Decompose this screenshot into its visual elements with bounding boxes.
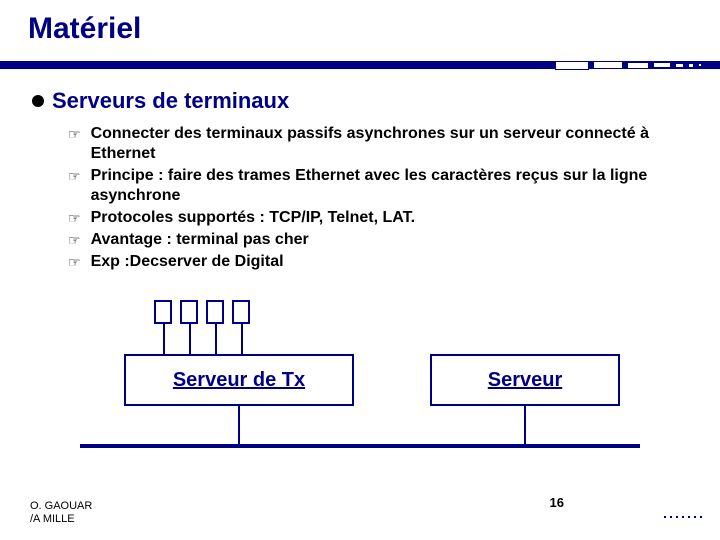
divider-decoration: [555, 58, 702, 72]
terminal-icon: [206, 300, 224, 324]
terminal-icon: [154, 300, 172, 324]
content-area: Serveurs de terminaux ☞ Connecter des te…: [0, 72, 720, 470]
bullet-text: Exp :Decserver de Digital: [91, 252, 284, 272]
footer-decoration: [664, 516, 702, 518]
pointing-hand-icon: ☞: [68, 230, 81, 250]
connector-line: [238, 406, 240, 444]
bullet-disc-icon: [32, 95, 44, 107]
server-label: Serveur: [488, 369, 563, 392]
heading-row: Serveurs de terminaux: [32, 88, 688, 114]
footer-authors: O. GAOUAR /A MILLE: [30, 500, 92, 526]
pointing-hand-icon: ☞: [68, 208, 81, 228]
tx-server-box: Serveur de Tx: [124, 354, 354, 406]
page-number: 16: [550, 495, 564, 510]
connector-line: [163, 324, 165, 354]
title-divider: [0, 58, 720, 72]
pointing-hand-icon: ☞: [68, 124, 81, 144]
pointing-hand-icon: ☞: [68, 166, 81, 186]
bullet-text: Principe : faire des trames Ethernet ave…: [91, 166, 688, 206]
connector-line: [524, 406, 526, 444]
heading-text: Serveurs de terminaux: [52, 88, 289, 114]
ethernet-bus-line: [80, 444, 640, 448]
bullet-list: ☞ Connecter des terminaux passifs asynch…: [32, 120, 688, 272]
tx-server-label: Serveur de Tx: [173, 369, 305, 392]
footer-author-1: O. GAOUAR: [30, 500, 92, 513]
terminal-icon: [232, 300, 250, 324]
pointing-hand-icon: ☞: [68, 252, 81, 272]
network-diagram: Serveur de Tx Serveur: [80, 300, 640, 470]
connector-line: [189, 324, 191, 354]
slide-title: Matériel: [0, 0, 720, 54]
connector-line: [241, 324, 243, 354]
server-box: Serveur: [430, 354, 620, 406]
terminal-icon: [180, 300, 198, 324]
bullet-text: Avantage : terminal pas cher: [91, 230, 309, 250]
bullet-text: Connecter des terminaux passifs asynchro…: [91, 124, 688, 164]
list-item: ☞ Protocoles supportés : TCP/IP, Telnet,…: [68, 208, 688, 228]
list-item: ☞ Exp :Decserver de Digital: [68, 252, 688, 272]
connector-line: [215, 324, 217, 354]
list-item: ☞ Connecter des terminaux passifs asynch…: [68, 124, 688, 164]
bullet-text: Protocoles supportés : TCP/IP, Telnet, L…: [91, 208, 416, 228]
list-item: ☞ Avantage : terminal pas cher: [68, 230, 688, 250]
footer-author-2: /A MILLE: [30, 513, 92, 526]
terminal-icons: [154, 300, 250, 324]
list-item: ☞ Principe : faire des trames Ethernet a…: [68, 166, 688, 206]
